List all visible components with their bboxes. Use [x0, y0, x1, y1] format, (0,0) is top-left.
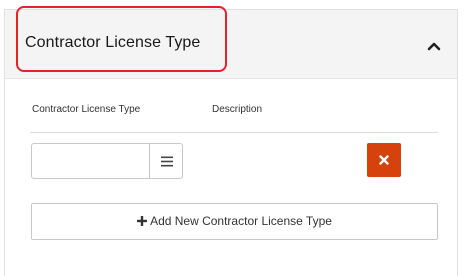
collapse-toggle-button[interactable]: [424, 38, 444, 54]
panel-title: Contractor License Type: [25, 34, 201, 51]
list-icon: [161, 156, 173, 167]
license-type-input[interactable]: [31, 143, 149, 179]
add-button-label: Add New Contractor License Type: [150, 214, 332, 228]
header-divider: [30, 132, 438, 133]
lookup-list-button[interactable]: [149, 143, 183, 179]
panel-header[interactable]: Contractor License Type: [5, 10, 457, 79]
column-header-license-type: Contractor License Type: [32, 104, 141, 115]
close-icon: [379, 155, 389, 165]
plus-icon: [137, 216, 148, 226]
page: Contractor License Type Contractor Licen…: [0, 0, 465, 276]
column-header-description: Description: [212, 104, 263, 115]
add-new-license-type-button[interactable]: Add New Contractor License Type: [31, 203, 438, 240]
chevron-up-icon: [427, 42, 441, 51]
delete-row-button[interactable]: [367, 143, 401, 177]
